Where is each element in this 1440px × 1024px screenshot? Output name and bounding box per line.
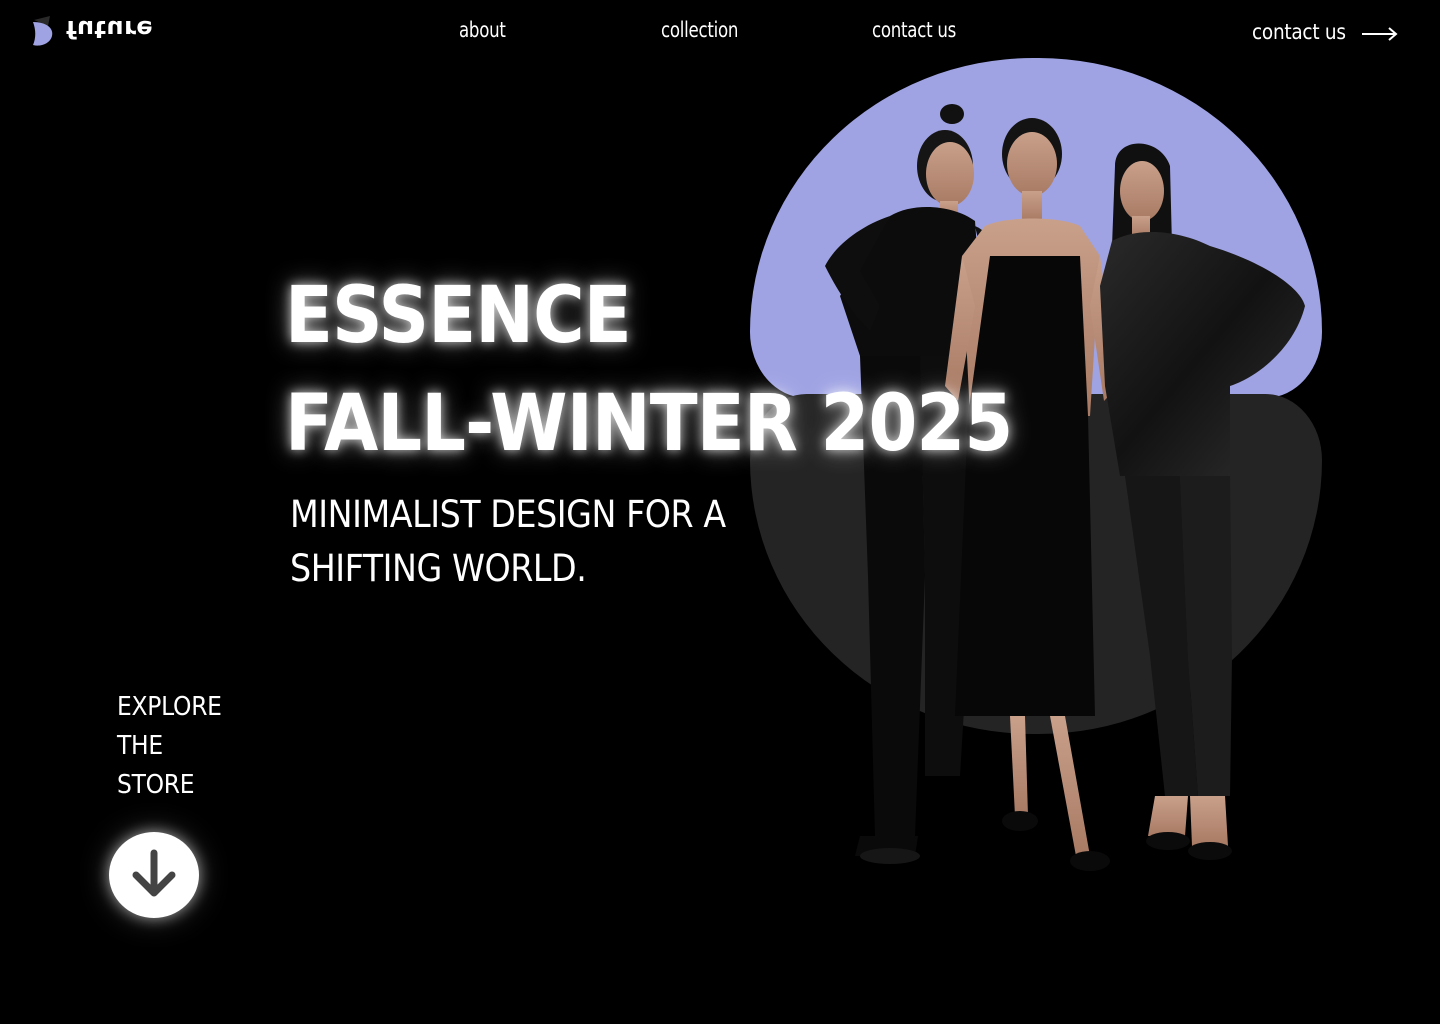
- hero-title-line-1: ESSENCE: [285, 271, 632, 361]
- nav-collection-link[interactable]: collection: [661, 18, 738, 42]
- explore-label-line-3: STORE: [117, 770, 195, 800]
- logo-text: future: [66, 15, 154, 43]
- landing-page: future about collection contact us conta…: [0, 0, 1440, 1024]
- nav-contact-link[interactable]: contact us: [872, 18, 956, 42]
- contact-us-cta[interactable]: contact us: [1252, 20, 1399, 44]
- hero-subtitle: MINIMALIST DESIGN FOR A SHIFTING WORLD.: [290, 488, 726, 596]
- hero-visual: [740, 56, 1340, 906]
- arrow-down-icon: [132, 849, 176, 897]
- hero-title-line-2: FALL-WINTER 2025: [285, 379, 1013, 469]
- hero-subtitle-line-1: MINIMALIST DESIGN FOR A: [290, 493, 726, 536]
- contact-us-cta-label: contact us: [1252, 20, 1346, 44]
- models-image: [825, 104, 1305, 871]
- explore-label: EXPLORE THE STORE: [117, 688, 222, 805]
- logo-mark-icon: [33, 16, 53, 46]
- nav-about-link[interactable]: about: [459, 18, 506, 42]
- explore-label-line-1: EXPLORE: [117, 692, 222, 722]
- arrow-right-icon: [1361, 26, 1398, 41]
- logo-link[interactable]: future: [30, 14, 153, 48]
- model-right: [1100, 143, 1305, 860]
- hero-subtitle-line-2: SHIFTING WORLD.: [290, 547, 587, 590]
- explore-store-button[interactable]: [109, 832, 199, 918]
- explore-label-line-2: THE: [117, 731, 163, 761]
- hero-title: ESSENCE FALL-WINTER 2025: [285, 262, 1013, 478]
